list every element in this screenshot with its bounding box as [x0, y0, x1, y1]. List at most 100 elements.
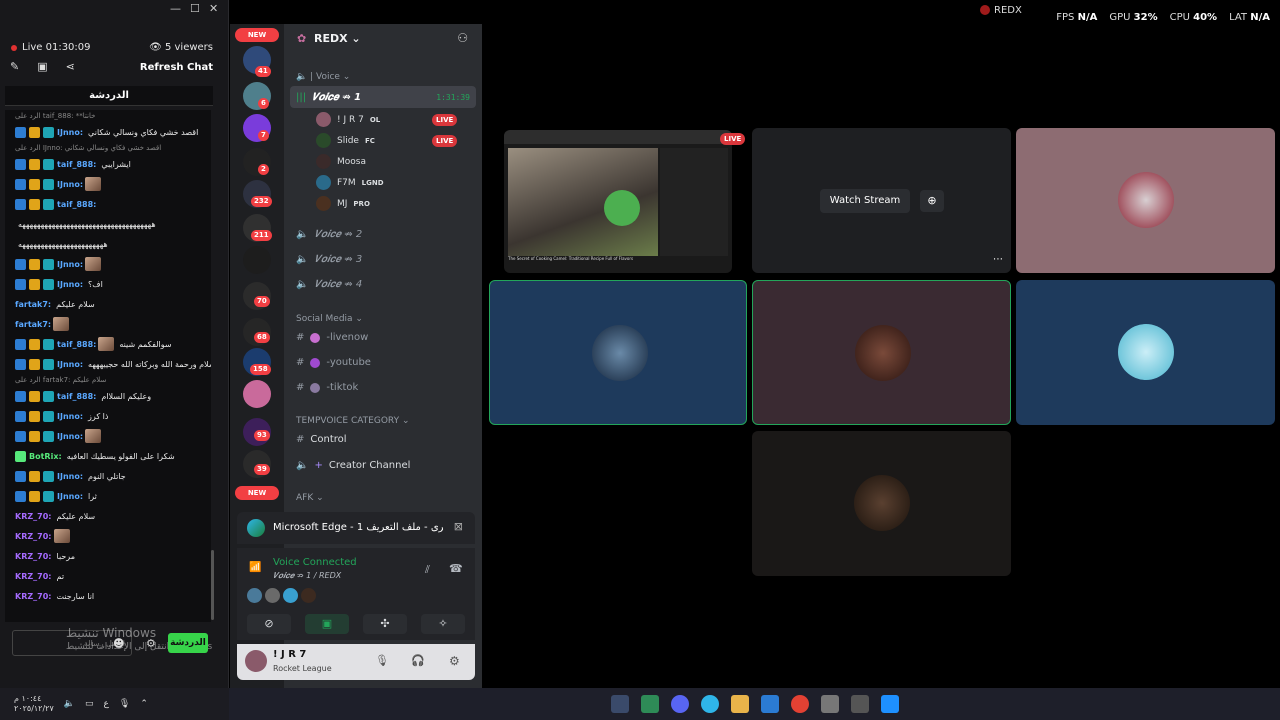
chat-username[interactable]: KRZ_70:	[15, 529, 52, 544]
minimize-button[interactable]: —	[170, 2, 181, 15]
screen-share-icon[interactable]: ▣	[305, 614, 349, 634]
chat-username[interactable]: taif_888:	[57, 389, 96, 404]
chrome-icon[interactable]	[790, 695, 809, 713]
emoji-icon[interactable]: ☻	[113, 637, 124, 650]
chat-username[interactable]: KRZ_70:	[15, 549, 52, 564]
temp-category[interactable]: TEMPVOICE CATEGORY ⌄	[296, 416, 410, 426]
app-icon[interactable]	[640, 695, 659, 713]
send-chat-button[interactable]: الدردشة	[168, 633, 208, 653]
social-category[interactable]: Social Media ⌄	[296, 314, 363, 324]
chat-username[interactable]: fartak7:	[15, 297, 51, 312]
activities-icon[interactable]: ✣	[363, 614, 407, 634]
stream-tile-slide[interactable]: Watch Stream ⊕ ⋯	[752, 128, 1011, 273]
app-icon[interactable]	[850, 695, 869, 713]
stream-tile-jr7[interactable]: The Secret of Cooking Camel: Traditional…	[504, 130, 732, 273]
avatar[interactable]	[245, 650, 267, 672]
user-tile-speaking[interactable]	[489, 280, 747, 425]
maximize-button[interactable]: ☐	[190, 2, 200, 15]
vscode-icon[interactable]	[760, 695, 779, 713]
voice-user[interactable]: Slide FC	[316, 133, 375, 148]
user-tile[interactable]	[1016, 280, 1275, 425]
channel-control[interactable]: # Control	[296, 434, 347, 445]
voice-user[interactable]: ! J R 7 OL	[316, 112, 380, 127]
voice-channel[interactable]: 🔈 𝑽𝒐𝒊𝒄𝒆 ⇏ 4	[296, 279, 362, 290]
chat-username[interactable]: IJnno:	[57, 489, 83, 504]
voice-category[interactable]: 🔈 | Voice ⌄	[296, 72, 350, 82]
signal-icon[interactable]: 📶	[249, 562, 261, 573]
add-member-icon[interactable]: ⚇	[457, 31, 468, 45]
chat-username[interactable]: fartak7:	[15, 317, 51, 332]
server-icon[interactable]	[243, 246, 271, 274]
chat-username[interactable]: KRZ_70:	[15, 589, 52, 604]
language-indicator[interactable]: ع	[104, 699, 109, 709]
more-options-icon[interactable]: ⋯	[993, 254, 1003, 265]
chat-scrollbar[interactable]	[211, 550, 214, 620]
chat-username[interactable]: KRZ_70:	[15, 569, 52, 584]
pencil-icon[interactable]: ✎	[10, 60, 19, 73]
stop-share-icon[interactable]: ⊠	[454, 520, 463, 533]
folder-icon[interactable]	[730, 695, 749, 713]
chat-username[interactable]: IJnno:	[57, 277, 83, 292]
chat-username[interactable]: taif_888:	[57, 157, 96, 172]
user-tile[interactable]	[1016, 128, 1275, 273]
refresh-chat-button[interactable]: Refresh Chat	[140, 62, 213, 73]
text-channel[interactable]: # -livenow	[296, 332, 368, 343]
voice-channel[interactable]: 🔈 𝑽𝒐𝒊𝒄𝒆 ⇏ 3	[296, 254, 362, 265]
voice-channel[interactable]: 🔈 𝑽𝒐𝒊𝒄𝒆 ⇏ 2	[296, 229, 362, 240]
share-icon[interactable]: ⋖	[66, 60, 75, 73]
discord-icon[interactable]	[670, 695, 689, 713]
speaker-icon[interactable]: 🔈	[64, 699, 75, 709]
server-name[interactable]: REDX ⌄	[314, 32, 361, 45]
channel-creator[interactable]: 🔈 + Creator Channel	[296, 460, 410, 471]
settings-gear-icon[interactable]: ⚙	[146, 637, 156, 650]
headphones-icon[interactable]: 🎧	[411, 654, 425, 667]
close-button[interactable]: ✕	[209, 2, 218, 15]
chat-username[interactable]: taif_888:	[57, 197, 96, 212]
chat-username[interactable]: BotRix:	[29, 449, 62, 464]
camera-icon[interactable]: ▣	[37, 60, 47, 73]
chat-username[interactable]: IJnno:	[57, 429, 83, 444]
user-tile-speaking[interactable]	[752, 280, 1011, 425]
afk-category[interactable]: AFK ⌄	[296, 493, 324, 503]
user-settings-gear-icon[interactable]: ⚙	[449, 654, 460, 668]
server-icon[interactable]	[243, 380, 271, 408]
user-tile[interactable]	[752, 431, 1011, 576]
chevron-up-icon[interactable]: ⌃	[140, 699, 148, 709]
chat-username[interactable]: IJnno:	[57, 257, 83, 272]
avatar[interactable]	[283, 588, 298, 603]
chat-username[interactable]: IJnno:	[57, 125, 83, 140]
edge-icon[interactable]	[700, 695, 719, 713]
disconnect-icon[interactable]: ☎	[449, 562, 463, 575]
voice-user[interactable]: F7M LGND	[316, 175, 384, 190]
chat-username[interactable]: IJnno:	[57, 357, 83, 372]
voice-location[interactable]: 𝑽𝒐𝒊𝒄𝒆 ⇏ 1 / REDX	[273, 571, 341, 581]
avatar[interactable]	[301, 588, 316, 603]
display-icon[interactable]: ▭	[85, 699, 94, 709]
chat-username[interactable]: IJnno:	[57, 469, 83, 484]
voice-user[interactable]: MJ PRO	[316, 196, 370, 211]
mic-icon[interactable]: 🎙	[119, 699, 130, 709]
noise-suppression-icon[interactable]: ⫽	[425, 563, 430, 577]
voice-user[interactable]: Moosa	[316, 154, 366, 169]
chat-reply-context: الرد على IJnno: اقصد خشي فكاي ونسالي شكا…	[5, 142, 211, 154]
voice-channel-1[interactable]: ||| 𝑽𝒐𝒊𝒄𝒆 ⇏ 1 1:31:39	[290, 86, 476, 108]
text-channel[interactable]: # -tiktok	[296, 382, 358, 393]
mic-icon[interactable]: 🎙	[375, 654, 389, 667]
screen-share-bar[interactable]: Microsoft Edge - 1 أخرى - ملف التعريف ⊠	[237, 512, 475, 544]
shield-app-icon[interactable]	[610, 695, 629, 713]
chat-username[interactable]: taif_888:	[57, 337, 96, 352]
popout-icon[interactable]: ⊕	[920, 190, 944, 212]
chat-message-list[interactable]: الرد على taif_888: **خانتا IJnno: اقصد خشي…	[5, 110, 211, 622]
chat-username[interactable]: KRZ_70:	[15, 509, 52, 524]
soundboard-icon[interactable]: ✧	[421, 614, 465, 634]
windows-start-icon[interactable]	[880, 695, 899, 713]
chat-username[interactable]: IJnno:	[57, 177, 83, 192]
watch-stream-button[interactable]: Watch Stream	[820, 189, 910, 213]
avatar[interactable]	[265, 588, 280, 603]
camera-off-icon[interactable]: ⊘	[247, 614, 291, 634]
chat-username[interactable]: IJnno:	[57, 409, 83, 424]
store-icon[interactable]	[820, 695, 839, 713]
emote-image	[85, 429, 102, 443]
avatar[interactable]	[247, 588, 262, 603]
text-channel[interactable]: # -youtube	[296, 357, 371, 368]
